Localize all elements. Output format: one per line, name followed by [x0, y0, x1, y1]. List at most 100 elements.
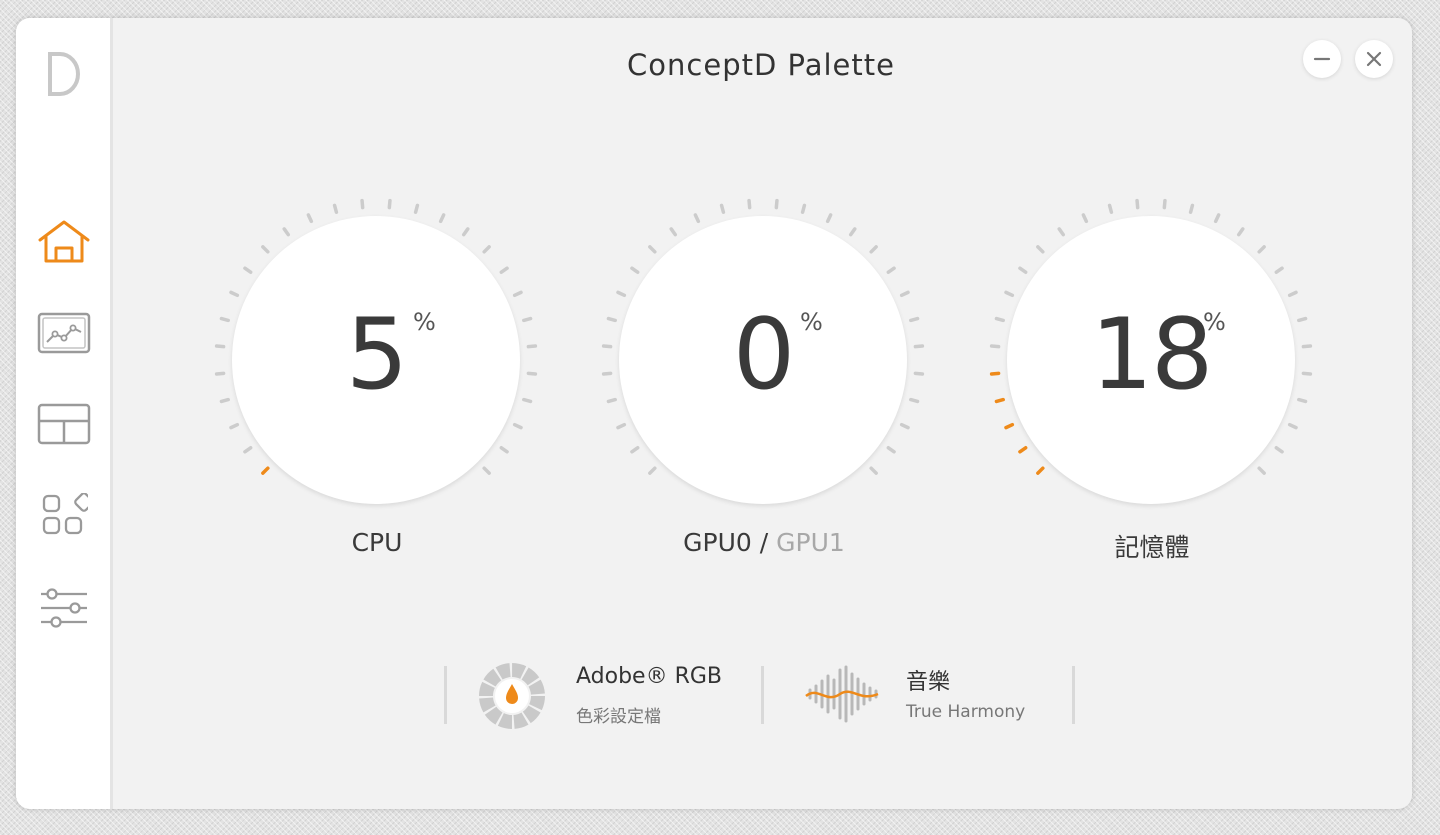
gauge-tick	[693, 213, 701, 224]
gauge-tick	[1213, 213, 1221, 224]
gauge-tick	[909, 397, 920, 404]
gauge-tick	[482, 245, 491, 254]
window-title: ConceptD Palette	[627, 48, 895, 82]
gauge-tick	[869, 245, 878, 254]
gauge-tick	[229, 290, 240, 298]
gauge-tick	[1301, 344, 1313, 349]
gauge-tick	[899, 422, 910, 430]
gauge-tick	[606, 397, 617, 404]
gauge-tick	[909, 316, 920, 323]
sidebar-item-color[interactable]	[34, 305, 94, 361]
gauge-tick	[899, 290, 910, 298]
gpu-separator: /	[759, 528, 769, 557]
gauge-tick	[1287, 290, 1298, 298]
gauge-tick	[886, 446, 896, 454]
gauge-tick	[869, 466, 878, 475]
gauge-tick	[512, 290, 523, 298]
color-wheel-icon	[479, 663, 545, 729]
app-window: ConceptD Palette 5 % CPU 0 % GPU0 / GPU1	[16, 18, 1412, 809]
gauge-tick	[606, 316, 617, 323]
divider	[444, 666, 447, 724]
gauge-tick	[261, 245, 270, 254]
gauge-value: 5	[345, 298, 408, 412]
gauge-tick	[512, 422, 523, 430]
sidebar	[16, 18, 113, 809]
audio-profile-title: 音樂	[906, 670, 951, 695]
color-profile-title: Adobe® RGB	[576, 664, 723, 689]
sidebar-item-apps[interactable]	[34, 488, 94, 544]
gauge-unit: %	[413, 308, 436, 336]
gauge-tick	[774, 198, 779, 210]
sidebar-item-home[interactable]	[34, 213, 94, 269]
soundwave-icon	[805, 665, 879, 723]
gauge-tick	[1274, 266, 1284, 274]
apps-icon	[42, 493, 88, 535]
gauge-tick	[1257, 466, 1266, 475]
gauge-tick	[601, 371, 613, 376]
color-profile-subtitle: 色彩設定檔	[576, 707, 661, 727]
minus-icon	[1313, 57, 1331, 61]
gauge-tick	[601, 344, 613, 349]
gauge-tick	[849, 227, 857, 237]
gauge-tick-active	[1004, 422, 1015, 430]
gauge-tick	[1297, 397, 1308, 404]
gauge-tick-active	[989, 371, 1001, 376]
sidebar-item-layout[interactable]	[34, 396, 94, 452]
gauge-tick	[462, 227, 470, 237]
gauge-tick	[229, 422, 240, 430]
gauge-tick	[214, 344, 226, 349]
gauge-tick-active	[1018, 446, 1028, 454]
gauge-dial: 18 %	[1007, 216, 1295, 504]
gauge-tick	[387, 198, 392, 210]
sliders-icon	[41, 588, 87, 628]
gauge-tick	[1274, 446, 1284, 454]
gauge-tick	[526, 344, 538, 349]
audio-profile-subtitle: True Harmony	[906, 702, 1026, 722]
gauge-tick	[243, 446, 253, 454]
gauge-tick	[616, 422, 627, 430]
gauge-unit: %	[800, 308, 823, 336]
gauge-tick	[886, 266, 896, 274]
gauge-tick-active	[261, 466, 270, 475]
gpu1-label[interactable]: GPU1	[776, 528, 845, 557]
gauge-tick	[1036, 245, 1045, 254]
gauge-tick	[994, 316, 1005, 323]
memory-gauge: 18 %	[982, 196, 1322, 536]
divider	[761, 666, 764, 724]
gauge-dial: 5 %	[232, 216, 520, 504]
gauge-tick	[360, 198, 365, 210]
close-button[interactable]	[1355, 40, 1393, 78]
gauge-value: 18	[1090, 298, 1214, 412]
gauge-tick	[1135, 198, 1140, 210]
gauge-tick	[332, 203, 339, 214]
gauge-tick	[630, 266, 640, 274]
chart-icon	[37, 312, 91, 354]
gauge-tick	[1287, 422, 1298, 430]
gauge-tick	[616, 290, 627, 298]
gauge-tick	[1297, 316, 1308, 323]
gauge-tick	[1107, 203, 1114, 214]
gauge-tick	[219, 397, 230, 404]
gauge-tick	[913, 344, 925, 349]
gauge-tick	[1257, 245, 1266, 254]
memory-label: 記憶體	[1114, 533, 1190, 562]
gauge-tick	[413, 203, 420, 214]
gauge-tick	[669, 227, 677, 237]
gauge-tick	[989, 344, 1001, 349]
gauge-tick	[648, 466, 657, 475]
sidebar-item-settings[interactable]	[34, 580, 94, 636]
gauge-tick	[499, 446, 509, 454]
gauge-tick	[522, 316, 533, 323]
gauge-tick	[499, 266, 509, 274]
gauge-value: 0	[732, 298, 795, 412]
gauge-tick	[438, 213, 446, 224]
gauge-tick	[1188, 203, 1195, 214]
gauge-tick	[1301, 371, 1313, 376]
cpu-label: CPU	[351, 528, 403, 557]
gauge-tick	[1004, 290, 1015, 298]
gpu0-label[interactable]: GPU0	[683, 528, 752, 557]
gauge-tick	[825, 213, 833, 224]
gpu-label: GPU0 / GPU1	[594, 528, 934, 557]
minimize-button[interactable]	[1303, 40, 1341, 78]
gauge-tick	[1081, 213, 1089, 224]
